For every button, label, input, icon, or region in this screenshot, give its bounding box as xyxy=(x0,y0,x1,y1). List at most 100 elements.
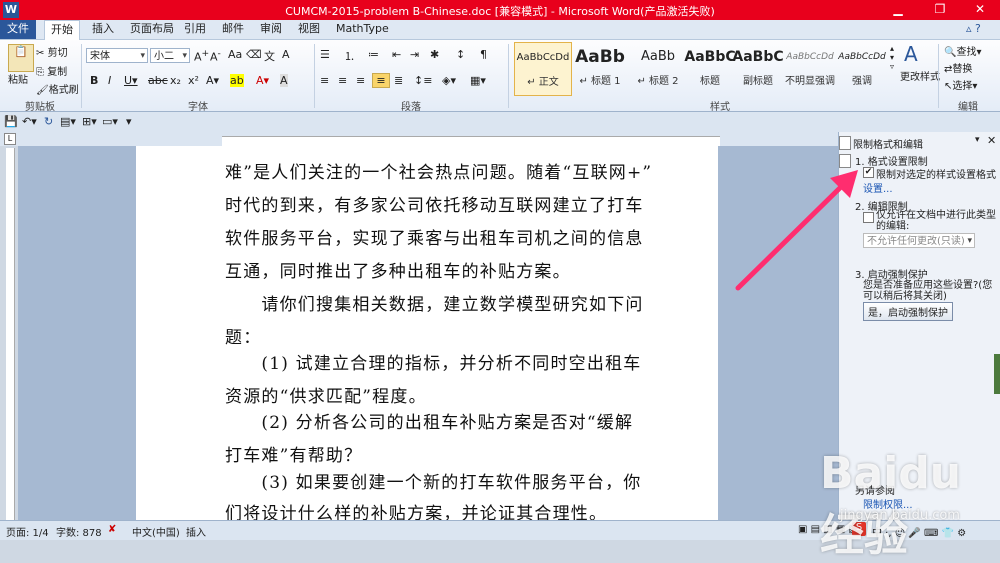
style-preview: AaBbCcDd xyxy=(516,52,570,63)
italic-icon[interactable]: I xyxy=(108,74,111,87)
style-preview: AaBbCcDd xyxy=(838,52,886,62)
highlight-icon[interactable]: ab xyxy=(230,74,244,87)
layout-icon[interactable]: ▭▾ xyxy=(102,115,118,128)
char-shading-icon[interactable]: A xyxy=(280,74,288,87)
save-icon[interactable]: 💾 xyxy=(4,115,18,128)
cut-button[interactable]: ✂ 剪切 xyxy=(36,44,68,59)
pane-close-icon[interactable]: ✕ xyxy=(987,134,996,147)
style-subtle-emphasis[interactable]: AaBbCcDd 不明显强调 xyxy=(782,42,838,94)
copy-button[interactable]: ⎘ 复制 xyxy=(36,63,67,78)
underline-icon[interactable]: U▾ xyxy=(124,74,138,87)
document-line: 请你们搜集相关数据，建立数学模型研究如下问 xyxy=(225,295,644,315)
phonetic-icon[interactable]: 文 xyxy=(264,48,275,64)
bullets-icon[interactable]: ☰ xyxy=(320,48,330,61)
undo-icon[interactable]: ↶▾ xyxy=(22,115,37,128)
tab-selector-icon[interactable]: L xyxy=(4,133,16,145)
scroll-indicator[interactable] xyxy=(994,354,1000,394)
format-restrict-checkbox[interactable]: ✔ xyxy=(863,167,874,178)
editing-restrict-checkbox[interactable] xyxy=(863,212,874,223)
justify-icon[interactable]: ≡ xyxy=(372,73,390,88)
settings-link[interactable]: 设置... xyxy=(863,180,893,195)
redo-icon[interactable]: ↻ xyxy=(44,115,53,128)
change-styles-icon[interactable]: A xyxy=(904,42,918,66)
draw-table-icon[interactable]: ⊞▾ xyxy=(82,115,97,128)
language[interactable]: 中文(中国) xyxy=(132,524,180,539)
find-button[interactable]: 🔍查找▾ xyxy=(944,43,981,58)
document-area[interactable]: 难”是人们关注的一个社会热点问题。随着“互联网+” 时代的到来，有多家公司依托移… xyxy=(18,146,838,520)
paste-button[interactable]: 粘贴 xyxy=(8,71,28,86)
superscript-icon[interactable]: x² xyxy=(188,74,199,87)
clear-format-icon[interactable]: ⌫ xyxy=(246,48,262,61)
decrease-indent-icon[interactable]: ⇤ xyxy=(392,48,401,61)
quick-print-icon[interactable]: ▤▾ xyxy=(60,115,76,128)
text-effects-icon[interactable]: A▾ xyxy=(206,74,219,87)
document-page[interactable]: 难”是人们关注的一个社会热点问题。随着“互联网+” 时代的到来，有多家公司依托移… xyxy=(136,146,718,520)
restore-button[interactable]: ❐ xyxy=(922,0,958,19)
tab-page-layout[interactable]: 页面布局 xyxy=(130,20,174,39)
show-marks-icon[interactable]: ¶ xyxy=(480,48,487,61)
replace-button[interactable]: ⇄替换 xyxy=(944,60,972,75)
styles-scroll-icon[interactable]: ▴ ▾ ▿ xyxy=(890,44,894,71)
page-count[interactable]: 页面: 1/4 xyxy=(6,524,49,539)
start-enforcement-button[interactable]: 是，启动强制保护 xyxy=(863,302,953,321)
font-name-combo[interactable]: 宋体 xyxy=(86,48,148,64)
align-right-icon[interactable]: ≡ xyxy=(356,74,365,87)
change-case-icon[interactable]: Aa xyxy=(228,48,242,61)
multilevel-list-icon[interactable]: ≔ xyxy=(368,48,379,61)
paragraph-group-label: 段落 xyxy=(401,102,421,113)
tab-file[interactable]: 文件 xyxy=(0,20,36,39)
paste-icon[interactable]: 📋 xyxy=(8,44,34,72)
style-heading-1[interactable]: AaBb ↵ 标题 1 xyxy=(572,42,628,94)
customize-qat-icon[interactable]: ▾ xyxy=(126,115,132,128)
enforcement-prompt: 您是否准备应用这些设置?(您可以稍后将其关闭) xyxy=(863,280,993,302)
line-spacing-icon[interactable]: ↕≡ xyxy=(414,74,432,87)
shading-icon[interactable]: ◈▾ xyxy=(442,74,456,87)
format-painter-label: 格式刷 xyxy=(48,85,79,96)
chinese-layout-icon[interactable]: ✱ xyxy=(430,48,439,61)
font-size-combo[interactable]: 小二 xyxy=(150,48,190,64)
replace-label: 替换 xyxy=(952,64,973,75)
tab-insert[interactable]: 插入 xyxy=(92,20,114,39)
minimize-button[interactable]: ▁ xyxy=(880,0,916,19)
char-border-icon[interactable]: A xyxy=(282,48,290,61)
distribute-icon[interactable]: ≣ xyxy=(394,74,403,87)
close-button[interactable]: ✕ xyxy=(960,0,1000,19)
word-count[interactable]: 字数: 878 xyxy=(56,524,102,539)
borders-icon[interactable]: ▦▾ xyxy=(470,74,486,87)
bold-icon[interactable]: B xyxy=(90,74,98,87)
tab-home[interactable]: 开始 xyxy=(44,20,80,40)
ribbon-collapse-icon[interactable]: ▵ ? xyxy=(966,20,981,39)
vertical-ruler[interactable] xyxy=(6,148,15,520)
align-center-icon[interactable]: ≡ xyxy=(338,74,347,87)
tab-mathtype[interactable]: MathType xyxy=(336,20,389,39)
style-normal[interactable]: AaBbCcDd ↵ 正文 xyxy=(514,42,572,96)
tab-review[interactable]: 审阅 xyxy=(260,20,282,39)
style-emphasis[interactable]: AaBbCcDd 强调 xyxy=(834,42,890,94)
shrink-font-icon[interactable]: A- xyxy=(210,48,221,64)
pane-menu-icon[interactable]: ▾ xyxy=(975,135,980,145)
strikethrough-icon[interactable]: abc xyxy=(148,74,168,87)
font-color-icon[interactable]: A▾ xyxy=(256,74,269,87)
grow-font-icon[interactable]: A+ xyxy=(194,48,209,64)
style-heading-2[interactable]: AaBb ↵ 标题 2 xyxy=(630,42,686,94)
subscript-icon[interactable]: x₂ xyxy=(170,74,181,87)
group-divider xyxy=(938,44,939,108)
format-painter-button[interactable]: 🖌格式刷 xyxy=(36,81,79,96)
sort-icon[interactable]: ↕ xyxy=(456,48,465,61)
tab-view[interactable]: 视图 xyxy=(298,20,320,39)
pane-icon[interactable] xyxy=(839,154,851,168)
insert-mode[interactable]: 插入 xyxy=(186,524,206,539)
increase-indent-icon[interactable]: ⇥ xyxy=(410,48,419,61)
proofing-icon[interactable]: ✘ xyxy=(108,524,116,535)
numbering-icon[interactable]: ⒈ xyxy=(344,48,355,64)
copy-icon: ⎘ xyxy=(36,67,44,78)
cut-icon: ✂ xyxy=(36,48,45,59)
style-subtitle[interactable]: AaBbC 副标题 xyxy=(730,42,786,94)
tab-references[interactable]: 引用 xyxy=(184,20,206,39)
select-button[interactable]: ↖选择▾ xyxy=(944,77,977,92)
pane-dock-icon[interactable] xyxy=(839,136,851,150)
tab-mailings[interactable]: 邮件 xyxy=(222,20,244,39)
editing-type-select[interactable]: 不允许任何更改(只读) xyxy=(863,233,975,249)
change-styles-button[interactable]: 更改样式 xyxy=(900,68,940,83)
align-left-icon[interactable]: ≡ xyxy=(320,74,329,87)
